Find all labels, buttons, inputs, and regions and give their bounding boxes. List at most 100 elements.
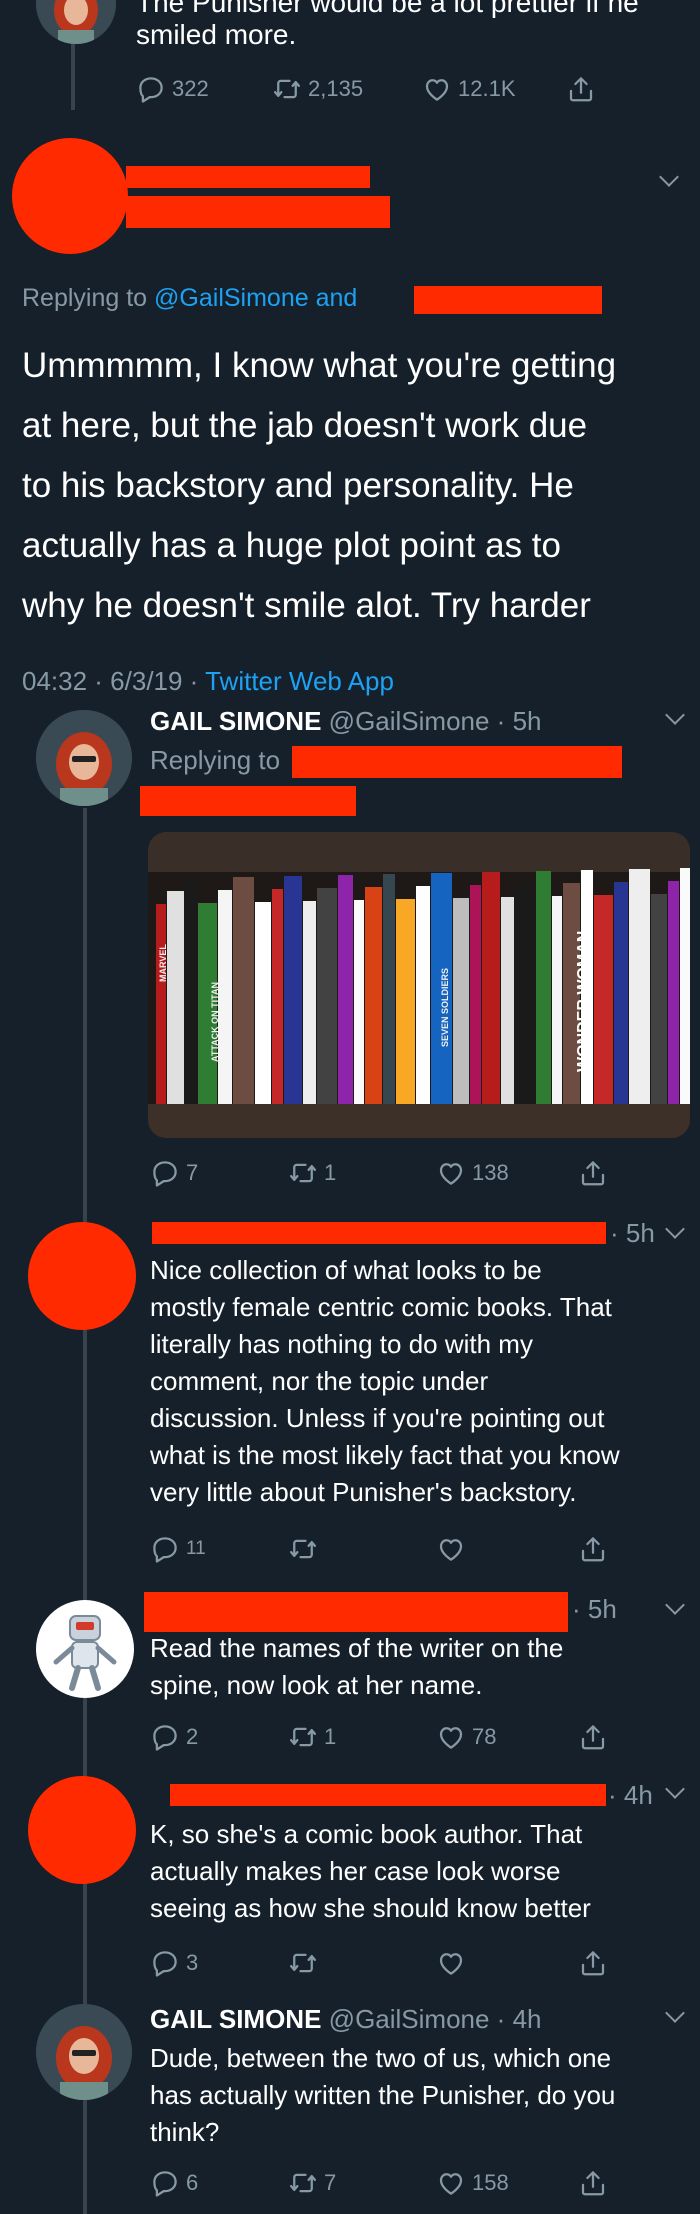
share-icon xyxy=(578,1948,608,1978)
share-button[interactable] xyxy=(578,1158,608,1188)
retweet-icon xyxy=(288,1722,318,1752)
source-link[interactable]: Twitter Web App xyxy=(205,666,394,696)
book-spine-label: SEVEN SOLDIERS xyxy=(440,968,450,1047)
book-spine xyxy=(383,874,395,1104)
reply-count: 2 xyxy=(186,1724,199,1749)
chevron-down-icon[interactable] xyxy=(665,1779,685,1799)
retweet-icon xyxy=(288,1948,318,1978)
reply-button[interactable]: 6 xyxy=(150,2168,198,2198)
share-icon xyxy=(566,74,596,104)
like-button[interactable]: 12.1K xyxy=(422,74,516,104)
chevron-down-icon[interactable] xyxy=(659,167,679,187)
tweet-time: · 4h xyxy=(608,1780,653,1810)
retweet-button[interactable] xyxy=(288,1948,318,1978)
tweet-line: Ummmmm, I know what you're getting xyxy=(22,346,617,385)
mention-link[interactable]: @GailSimone xyxy=(154,284,309,312)
like-button[interactable] xyxy=(436,1534,466,1564)
retweet-button[interactable]: 1 xyxy=(288,1722,336,1752)
book-spine xyxy=(185,878,197,1104)
tweet-line: discussion. Unless if you're pointing ou… xyxy=(150,1403,605,1433)
user-name-handle xyxy=(144,1592,568,1632)
mention-redacted xyxy=(140,786,356,816)
tweet-body: Read the names of the writer on the spin… xyxy=(150,1630,563,1704)
tweet-body: Dude, between the two of us, which one h… xyxy=(150,2040,615,2151)
tweet-line: think? xyxy=(150,2117,220,2147)
retweet-icon xyxy=(288,1534,318,1564)
reply-count: 6 xyxy=(186,2170,199,2195)
retweet-count: 1 xyxy=(324,1724,337,1749)
share-button[interactable] xyxy=(578,1948,608,1978)
tweet-line: Read the names of the writer on the xyxy=(150,1633,564,1663)
reply-icon xyxy=(150,1722,180,1752)
like-button[interactable]: 158 xyxy=(436,2168,509,2198)
avatar[interactable] xyxy=(36,0,116,44)
like-icon xyxy=(436,1722,466,1752)
like-button[interactable] xyxy=(436,1948,466,1978)
book-spine-label: WONDER WOMAN xyxy=(575,931,592,1072)
display-name[interactable]: GAIL SIMONE xyxy=(150,706,321,736)
share-button[interactable] xyxy=(566,74,596,104)
retweet-count: 2,135 xyxy=(308,76,364,101)
share-icon xyxy=(578,1534,608,1564)
reply-count: 7 xyxy=(186,1160,199,1185)
avatar[interactable] xyxy=(28,1222,136,1330)
tweet-line: what is the most likely fact that you kn… xyxy=(150,1440,620,1470)
like-icon xyxy=(436,1948,466,1978)
book-spine xyxy=(156,904,166,1104)
book-spine xyxy=(167,891,184,1104)
chevron-down-icon[interactable] xyxy=(665,1219,685,1239)
tweet-line: very little about Punisher's backstory. xyxy=(150,1477,577,1507)
share-button[interactable] xyxy=(578,1534,608,1564)
display-name[interactable]: GAIL SIMONE xyxy=(150,2004,321,2034)
avatar[interactable] xyxy=(36,710,132,806)
book-spine xyxy=(416,886,430,1104)
retweet-button[interactable] xyxy=(288,1534,318,1564)
chevron-down-icon[interactable] xyxy=(665,1595,685,1615)
tweet-line: why he doesn't smile alot. Try harder xyxy=(22,586,591,625)
reply-count: 3 xyxy=(186,1950,199,1975)
avatar[interactable] xyxy=(36,1600,134,1698)
reply-button[interactable]: 7 xyxy=(150,1158,198,1188)
replying-to: Replying to @GailSimone and xyxy=(22,284,357,313)
book-spine xyxy=(614,882,628,1104)
share-button[interactable] xyxy=(578,2168,608,2198)
book-spine-label: MARVEL xyxy=(158,944,168,982)
like-button[interactable]: 138 xyxy=(436,1158,509,1188)
retweet-button[interactable]: 2,135 xyxy=(272,74,363,104)
share-icon xyxy=(578,1158,608,1188)
share-button[interactable] xyxy=(578,1722,608,1752)
user-handle xyxy=(126,196,390,228)
book-spine xyxy=(594,895,613,1104)
tweet-line: at here, but the jab doesn't work due xyxy=(22,406,588,445)
chevron-down-icon[interactable] xyxy=(665,2003,685,2023)
like-count: 78 xyxy=(472,1724,497,1749)
reply-button[interactable]: 3 xyxy=(150,1948,198,1978)
retweet-button[interactable]: 1 xyxy=(288,1158,336,1188)
like-icon xyxy=(422,74,452,104)
handle-time: @GailSimone · 4h xyxy=(328,2004,542,2034)
tweet-line: to his backstory and personality. He xyxy=(22,466,574,505)
tweet-line: Dude, between the two of us, which one xyxy=(150,2043,612,2073)
like-button[interactable]: 78 xyxy=(436,1722,496,1752)
reply-button[interactable]: 11 xyxy=(150,1534,206,1564)
share-icon xyxy=(578,1722,608,1752)
book-spine-label: ATTACK ON TITAN xyxy=(210,982,220,1062)
chevron-down-icon[interactable] xyxy=(665,705,685,725)
book-spine xyxy=(233,877,254,1104)
tweet-line: actually has a huge plot point as to xyxy=(22,526,561,565)
tweet-image[interactable]: MARVEL ATTACK ON TITAN SEVEN SOLDIERS WONDE… xyxy=(148,832,690,1138)
share-icon xyxy=(578,2168,608,2198)
reply-button[interactable]: 2 xyxy=(150,1722,198,1752)
book-spine xyxy=(338,875,353,1104)
avatar[interactable] xyxy=(36,2004,132,2100)
reply-button[interactable]: 322 xyxy=(136,74,209,104)
tweet-text: The Punisher would be a lot prettier if … xyxy=(136,0,639,18)
book-spine xyxy=(284,876,302,1104)
reply-icon xyxy=(150,2168,180,2198)
avatar[interactable] xyxy=(28,1776,136,1884)
avatar[interactable] xyxy=(12,138,128,254)
book-spine xyxy=(668,881,679,1104)
retweet-button[interactable]: 7 xyxy=(288,2168,336,2198)
book-spine xyxy=(396,899,415,1104)
author-line: GAIL SIMONE @GailSimone · 5h xyxy=(150,706,541,737)
